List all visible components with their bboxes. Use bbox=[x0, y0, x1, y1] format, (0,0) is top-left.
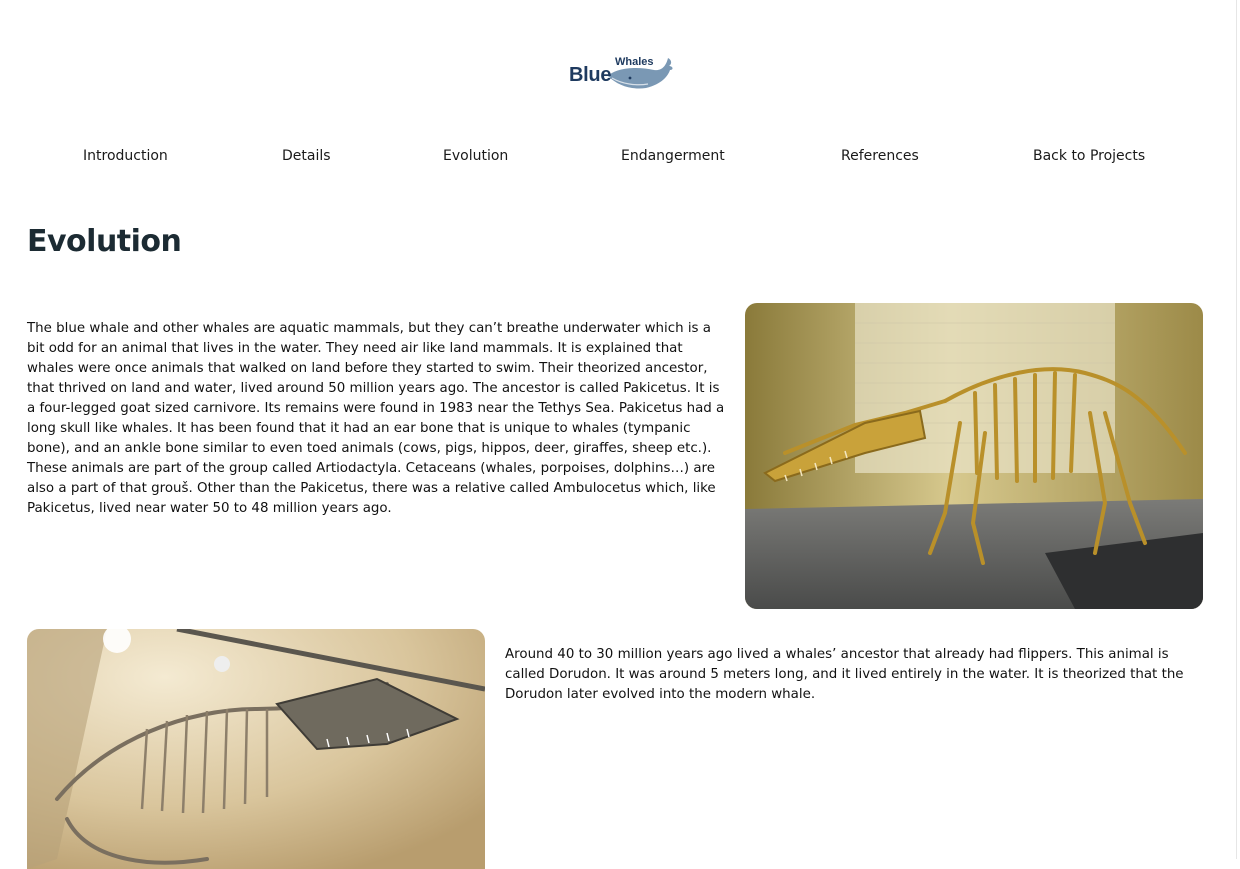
dorudon-paragraph: Around 40 to 30 million years ago lived … bbox=[505, 647, 1184, 702]
main-navigation: Introduction Details Evolution Endangerm… bbox=[0, 148, 1236, 172]
page-title: Evolution bbox=[27, 224, 182, 259]
nav-link-back-to-projects[interactable]: Back to Projects bbox=[1033, 148, 1145, 164]
logo-word-whales: Whales bbox=[615, 56, 654, 68]
pakicetus-paragraph: The blue whale and other whales are aqua… bbox=[27, 321, 725, 516]
blue-whales-logo[interactable]: Whales Blue bbox=[566, 50, 674, 92]
page-edge-divider bbox=[1236, 0, 1237, 859]
pakicetus-skeleton-photo bbox=[745, 303, 1203, 609]
nav-link-evolution[interactable]: Evolution bbox=[443, 148, 508, 164]
nav-link-details[interactable]: Details bbox=[282, 148, 331, 164]
dorudon-skeleton-photo bbox=[27, 629, 485, 869]
nav-link-endangerment[interactable]: Endangerment bbox=[621, 148, 725, 164]
logo-word-blue: Blue bbox=[569, 64, 612, 86]
nav-link-references[interactable]: References bbox=[841, 148, 919, 164]
nav-link-introduction[interactable]: Introduction bbox=[83, 148, 168, 164]
